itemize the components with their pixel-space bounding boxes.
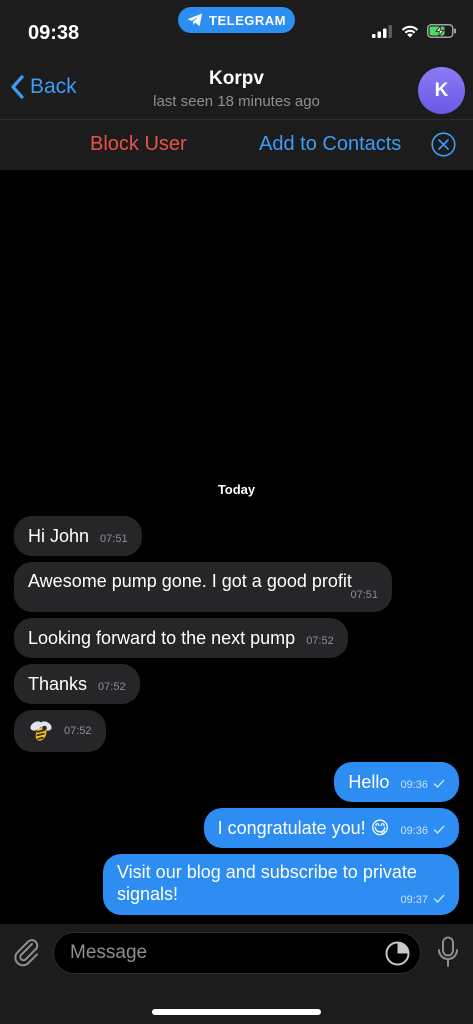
message-time: 07:52 bbox=[306, 635, 334, 647]
composer-bar bbox=[0, 924, 473, 1024]
chevron-left-icon bbox=[11, 75, 24, 99]
bee-emoji-icon bbox=[30, 721, 52, 741]
status-time: 09:38 bbox=[28, 22, 80, 44]
outgoing-message[interactable]: Visit our blog and subscribe to private … bbox=[103, 854, 459, 915]
message-time: 09:36 bbox=[400, 825, 428, 837]
incoming-message[interactable]: Awesome pump gone. I got a good profit 0… bbox=[14, 562, 392, 612]
add-to-contacts-button[interactable]: Add to Contacts bbox=[259, 133, 401, 156]
block-user-button[interactable]: Block User bbox=[90, 133, 187, 156]
incoming-message[interactable]: Thanks 07:52 bbox=[14, 664, 140, 704]
message-time: 07:51 bbox=[350, 589, 378, 601]
return-to-app-pill[interactable]: TELEGRAM bbox=[178, 7, 295, 33]
app-pill-label: TELEGRAM bbox=[209, 12, 286, 28]
message-time: 09:37 bbox=[400, 894, 428, 906]
message-field[interactable] bbox=[53, 932, 421, 974]
date-separator: Today bbox=[217, 482, 256, 497]
message-input[interactable] bbox=[70, 933, 370, 973]
message-time: 07:51 bbox=[100, 533, 128, 545]
sticker-icon[interactable] bbox=[385, 941, 410, 966]
outgoing-message[interactable]: I congratulate you! 😋 09:36 bbox=[203, 808, 459, 848]
message-text: Thanks bbox=[28, 674, 88, 694]
close-icon[interactable] bbox=[431, 132, 456, 157]
read-check-icon bbox=[433, 894, 445, 903]
status-icons bbox=[372, 24, 457, 38]
back-button[interactable]: Back bbox=[8, 74, 77, 100]
status-bar: 09:38 TELEGRAM bbox=[0, 0, 473, 62]
message-text: Hi John bbox=[28, 526, 90, 546]
message-text: Looking forward to the next pump bbox=[28, 628, 296, 648]
signal-icon bbox=[372, 24, 392, 38]
message-text: Hello bbox=[348, 772, 390, 792]
incoming-sticker-message[interactable]: 07:52 bbox=[14, 710, 106, 752]
home-indicator bbox=[152, 1009, 321, 1015]
microphone-icon[interactable] bbox=[437, 936, 459, 968]
message-meta: 09:37 bbox=[400, 886, 445, 911]
message-time: 09:36 bbox=[400, 779, 428, 791]
message-text: Visit our blog and subscribe to private … bbox=[117, 862, 417, 904]
message-text: I congratulate you! 😋 bbox=[217, 818, 390, 838]
telegram-plane-icon bbox=[187, 13, 203, 27]
message-time: 07:52 bbox=[98, 681, 126, 693]
back-button-label: Back bbox=[30, 75, 77, 98]
contact-action-bar: Block User Add to Contacts bbox=[0, 119, 473, 170]
outgoing-message[interactable]: Hello 09:36 bbox=[334, 762, 459, 802]
incoming-message[interactable]: Hi John 07:51 bbox=[14, 516, 142, 556]
paperclip-icon[interactable] bbox=[12, 936, 42, 968]
battery-charging-icon bbox=[427, 24, 456, 38]
read-check-icon bbox=[433, 825, 445, 834]
wifi-icon bbox=[401, 25, 419, 38]
chat-header: Back Korpv last seen 18 minutes ago K bbox=[0, 62, 473, 119]
avatar[interactable]: K bbox=[418, 67, 465, 114]
message-list[interactable]: Today Hi John 07:51 Awesome pump gone. I… bbox=[0, 170, 473, 924]
message-text: Awesome pump gone. I got a good profit bbox=[28, 571, 352, 591]
incoming-message[interactable]: Looking forward to the next pump 07:52 bbox=[14, 618, 348, 658]
message-time: 07:52 bbox=[64, 725, 92, 737]
read-check-icon bbox=[433, 779, 445, 788]
